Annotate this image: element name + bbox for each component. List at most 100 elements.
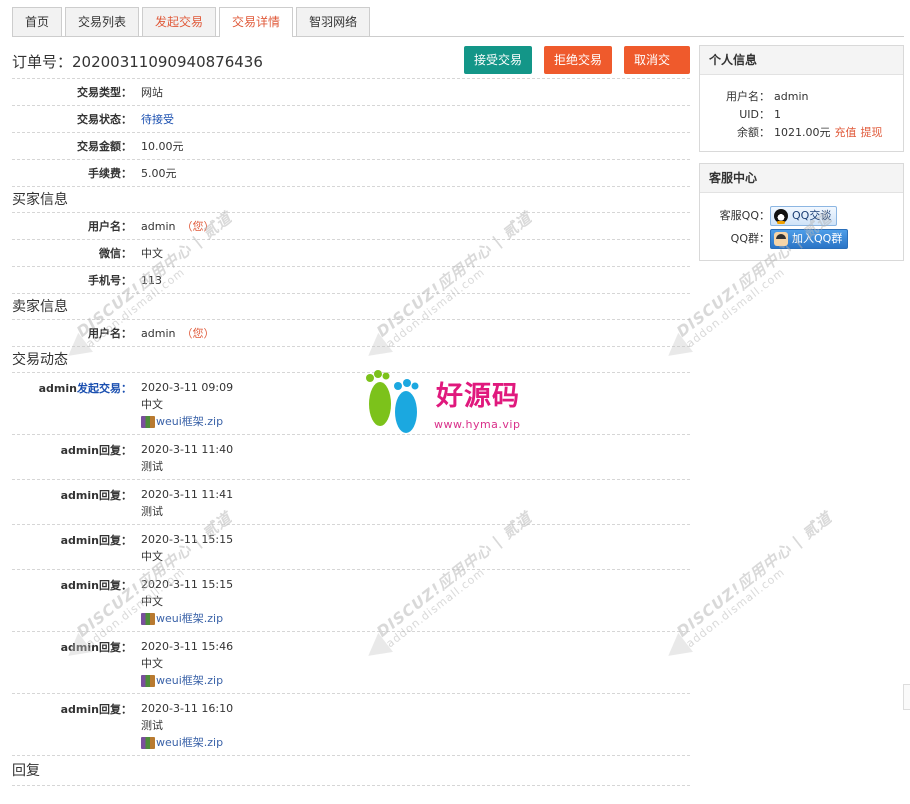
row-label: 交易金额：: [77, 140, 132, 153]
customer-service-panel: 客服中心 客服QQ： QQ交谈 QQ群： 加入QQ群: [699, 163, 904, 261]
row-label: 用户名：: [88, 327, 132, 340]
qq-chat-button[interactable]: QQ交谈: [770, 205, 838, 226]
log-action: 回复：: [99, 534, 132, 547]
attachment-link[interactable]: weui框架.zip: [141, 413, 233, 430]
watermark-line2: addon.dismall.com: [683, 565, 788, 651]
kv-label: 用户名：: [726, 90, 770, 103]
row-label: 手续费：: [88, 167, 132, 180]
log-time: 2020-3-11 15:46: [141, 640, 234, 653]
withdraw-link[interactable]: 提现: [861, 124, 883, 142]
qq-chat-label: QQ交谈: [792, 209, 832, 222]
service-qq-row: 客服QQ： QQ交谈: [700, 204, 903, 227]
tab-trade-list[interactable]: 交易列表: [65, 7, 140, 36]
zip-file-icon: [141, 612, 155, 625]
logo-text: 好源码: [436, 381, 520, 412]
log-entry: admin回复： 2020-3-11 15:46 中文 weui框架.zip: [12, 632, 690, 694]
log-author: admin发起交易：: [12, 379, 132, 430]
seller-info-heading: 卖家信息: [12, 294, 690, 320]
trade-dynamics-heading: 交易动态: [12, 347, 690, 373]
info-username: 用户名： admin: [700, 88, 903, 106]
kv-label: 余额：: [737, 126, 770, 139]
info-row-status: 交易状态： 待接受: [12, 106, 690, 133]
attachment-name[interactable]: weui框架.zip: [156, 610, 223, 627]
log-action: 回复：: [99, 489, 132, 502]
log-entry: admin回复： 2020-3-11 11:40 测试: [12, 435, 690, 480]
row-value: 113: [141, 273, 162, 287]
attachment-name[interactable]: weui框架.zip: [156, 734, 223, 751]
log-text: 中文: [141, 595, 163, 608]
log-user: admin: [60, 534, 99, 547]
watermark: DISCUZ!应用中心 | 贰道 addon.dismall.com: [660, 483, 878, 666]
attachment-link[interactable]: weui框架.zip: [141, 610, 233, 627]
row-label: 微信：: [99, 247, 132, 260]
log-text: 中文: [141, 550, 163, 563]
log-body: 2020-3-11 09:09 中文 weui框架.zip: [132, 379, 233, 430]
zip-file-icon: [141, 736, 155, 749]
zip-file-icon: [141, 415, 155, 428]
tab-trade-detail[interactable]: 交易详情: [219, 7, 294, 37]
log-user: admin: [60, 703, 99, 716]
watermark-line1: DISCUZ!应用中心 | 贰道: [673, 508, 836, 641]
footprint-icon: [366, 370, 419, 433]
cancel-trade-button[interactable]: 取消交易: [624, 46, 690, 95]
log-action: 回复：: [99, 444, 132, 457]
log-entry: admin回复： 2020-3-11 15:15 中文: [12, 525, 690, 570]
log-author: admin回复：: [12, 576, 132, 627]
trade-status-value: 待接受: [141, 113, 174, 126]
kv-value: 1021.00元: [774, 126, 831, 139]
attachment-link[interactable]: weui框架.zip: [141, 672, 233, 689]
join-qq-group-button[interactable]: 加入QQ群: [770, 229, 849, 249]
reject-trade-button[interactable]: 拒绝交易: [544, 46, 613, 74]
qq-penguin-icon: [774, 208, 788, 224]
log-action: 发起交易：: [77, 382, 132, 395]
site-logo: 好源码 www.hyma.vip: [360, 366, 560, 438]
log-time: 2020-3-11 11:41: [141, 488, 234, 501]
log-author: admin回复：: [12, 700, 132, 751]
log-body: 2020-3-11 15:15 中文 weui框架.zip: [132, 576, 233, 627]
attachment-name[interactable]: weui框架.zip: [156, 413, 223, 430]
log-entry: admin回复： 2020-3-11 11:41 测试: [12, 480, 690, 525]
log-author: admin回复：: [12, 638, 132, 689]
row-label: 手机号：: [88, 274, 132, 287]
log-body: 2020-3-11 11:41 测试: [132, 486, 233, 520]
tab-bar: 首页 交易列表 发起交易 交易详情 智羽网络: [12, 7, 904, 37]
seller-username: admin: [141, 327, 176, 340]
log-text: 中文: [141, 398, 163, 411]
attachment-link[interactable]: weui框架.zip: [141, 734, 233, 751]
buyer-username: admin: [141, 220, 176, 233]
row-label: 交易类型：: [77, 86, 132, 99]
tab-start-trade[interactable]: 发起交易: [142, 7, 217, 36]
info-balance: 余额： 1021.00元 充值 提现: [700, 124, 903, 142]
log-time: 2020-3-11 09:09: [141, 381, 234, 394]
log-body: 2020-3-11 15:15 中文: [132, 531, 233, 565]
seller-row-username: 用户名： admin （您）: [12, 320, 690, 347]
log-body: 2020-3-11 11:40 测试: [132, 441, 233, 475]
recharge-link[interactable]: 充值: [835, 124, 857, 142]
side-scroll-handle[interactable]: [903, 684, 910, 710]
qq-group-icon: [774, 232, 788, 246]
log-author: admin回复：: [12, 486, 132, 520]
attachment-name[interactable]: weui框架.zip: [156, 672, 223, 689]
you-note: （您）: [181, 220, 215, 233]
tab-zhiyu-network[interactable]: 智羽网络: [296, 7, 371, 36]
customer-service-heading: 客服中心: [700, 164, 903, 193]
kv-label: QQ群：: [730, 232, 770, 245]
row-label: 交易状态：: [77, 113, 132, 126]
accept-trade-button[interactable]: 接受交易: [464, 46, 533, 74]
order-number: 订单号：20200311090940876436: [12, 52, 263, 71]
info-row-amount: 交易金额： 10.00元: [12, 133, 690, 160]
log-entry: admin回复： 2020-3-11 16:10 测试 weui框架.zip: [12, 694, 690, 756]
zip-file-icon: [141, 674, 155, 687]
kv-value: 1: [774, 108, 781, 121]
row-value: 网站: [141, 86, 163, 99]
service-group-row: QQ群： 加入QQ群: [700, 227, 903, 251]
row-label: 用户名：: [88, 220, 132, 233]
buyer-row-wechat: 微信： 中文: [12, 240, 690, 267]
log-text: 中文: [141, 657, 163, 670]
log-user: admin: [60, 579, 99, 592]
buyer-info-heading: 买家信息: [12, 187, 690, 213]
log-author: admin回复：: [12, 441, 132, 475]
row-value: 5.00元: [141, 167, 177, 180]
tab-home[interactable]: 首页: [12, 7, 63, 36]
log-text: 测试: [141, 460, 163, 473]
